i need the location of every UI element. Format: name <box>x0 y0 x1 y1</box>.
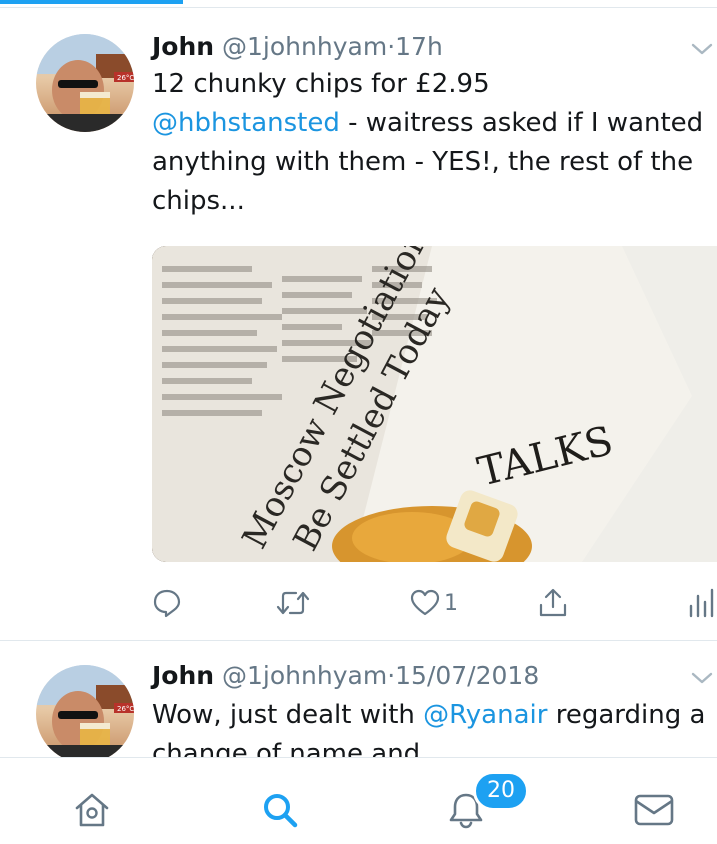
tweet-header: John @1johnhyam·15/07/2018 <box>152 661 539 691</box>
like-button[interactable]: 1 <box>410 585 458 621</box>
heart-icon <box>410 589 440 616</box>
tweet[interactable]: 26°C John @1johnhyam·17h 12 chunky chips… <box>0 8 717 640</box>
reply-button[interactable] <box>152 585 182 621</box>
tweet[interactable]: 26°C John @1johnhyam·15/07/2018 Wow, jus… <box>0 641 717 757</box>
share-button[interactable] <box>537 585 569 621</box>
tweet-time: 17h <box>395 32 443 61</box>
tweet-text-line: 12 chunky chips for £2.95 <box>152 69 490 99</box>
retweet-button[interactable] <box>276 585 310 621</box>
home-icon <box>75 793 109 827</box>
chevron-down-icon[interactable] <box>691 671 713 685</box>
share-icon <box>539 588 567 617</box>
author-handle[interactable]: @1johnhyam <box>222 661 387 690</box>
bottom-tab-bar: 20 <box>0 757 717 844</box>
mention-link[interactable]: @Ryanair <box>423 700 547 730</box>
svg-text:26°C: 26°C <box>117 74 134 82</box>
search-icon <box>264 794 298 828</box>
mention-link[interactable]: @hbhstansted <box>152 108 340 138</box>
tweet-text-lead: Wow, just dealt with <box>152 700 424 730</box>
like-count: 1 <box>444 590 458 616</box>
author-name[interactable]: John <box>152 661 214 690</box>
nav-messages[interactable] <box>632 788 676 832</box>
tweet-actions: 1 <box>0 583 717 623</box>
tweet-text: Wow, just dealt with @Ryanair regarding … <box>152 696 712 757</box>
author-handle[interactable]: @1johnhyam <box>222 32 387 61</box>
svg-text:26°C: 26°C <box>117 705 134 713</box>
avatar[interactable]: 26°C <box>36 665 134 757</box>
separator-dot: · <box>387 32 396 61</box>
notifications-badge: 20 <box>473 771 529 811</box>
nav-search[interactable] <box>258 788 302 832</box>
avatar[interactable]: 26°C <box>36 34 134 132</box>
tweet-photo[interactable]: Moscow Negotiation Be Settled Today TALK… <box>152 246 717 562</box>
analytics-icon <box>689 588 714 618</box>
analytics-button[interactable] <box>688 585 714 621</box>
reply-icon <box>153 589 181 618</box>
chevron-down-icon[interactable] <box>691 42 713 56</box>
active-tab-indicator <box>0 0 183 4</box>
tweet-time: 15/07/2018 <box>395 661 540 690</box>
separator-dot: · <box>387 661 396 690</box>
nav-home[interactable] <box>70 788 114 832</box>
tweet-header: John @1johnhyam·17h <box>152 32 443 62</box>
tweet-text: 12 chunky chips for £2.95 @hbhstansted -… <box>152 65 712 221</box>
messages-icon <box>634 794 674 826</box>
author-name[interactable]: John <box>152 32 214 61</box>
retweet-icon <box>276 591 310 615</box>
